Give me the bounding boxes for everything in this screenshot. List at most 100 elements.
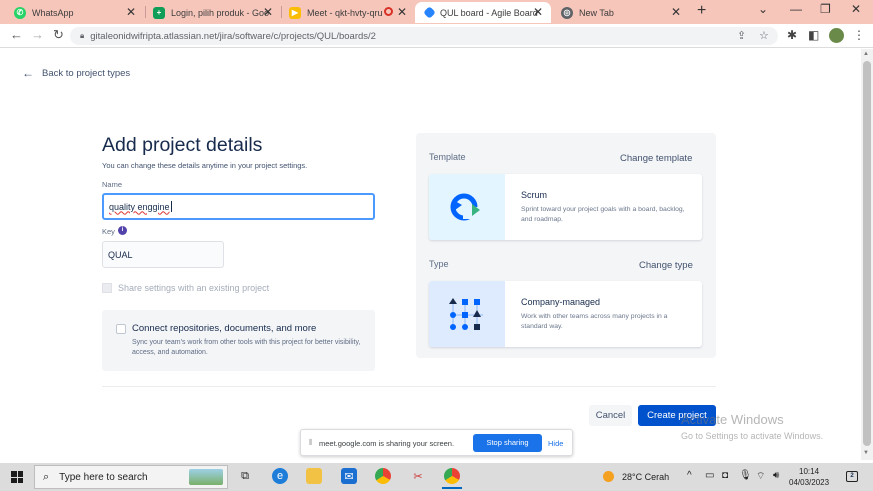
tab-google-meet[interactable]: ▶ Meet - qkt-hvty-qru ✕ (279, 2, 415, 23)
close-icon[interactable]: ✕ (533, 5, 543, 19)
tab-title: Meet - qkt-hvty-qru (307, 7, 383, 18)
tab-jira-board[interactable]: QUL board - Agile Board ✕ (415, 2, 551, 23)
activate-windows-title: Activate Windows (681, 412, 784, 427)
search-highlight-image (189, 469, 223, 485)
project-name-input[interactable]: quality enggine (102, 193, 375, 220)
browser-tab-strip: ✆ WhatsApp ✕ + Login, pilih produk - Goo… (0, 0, 873, 24)
minimize-icon[interactable]: — (790, 2, 802, 16)
drag-handle-icon[interactable]: ⦀ (309, 438, 313, 448)
chrome-icon[interactable] (375, 468, 391, 484)
jira-page: ← Back to project types Add project deta… (0, 49, 861, 460)
side-panel-icon[interactable]: ◧ (808, 28, 819, 42)
close-icon[interactable]: ✕ (397, 5, 407, 19)
back-arrow-icon[interactable]: ← (10, 27, 23, 42)
bookmark-star-icon[interactable]: ☆ (759, 29, 769, 42)
clock-date: 04/03/2023 (789, 478, 830, 487)
scrollbar-thumb[interactable] (863, 61, 871, 446)
tab-search-icon[interactable]: ⌄ (758, 2, 768, 16)
project-key-input[interactable]: QUAL (102, 241, 224, 268)
back-link-label: Back to project types (42, 67, 131, 79)
menu-icon[interactable]: ⋮ (853, 28, 865, 42)
webcam-icon[interactable]: ◘ (722, 470, 728, 481)
url-text: gitaleonidwifripta.atlassian.net/jira/so… (90, 30, 376, 42)
new-tab-button[interactable]: + (697, 2, 706, 20)
snipping-tool-icon[interactable]: ✂ (410, 468, 426, 484)
screen-share-message: meet.google.com is sharing your screen. (319, 439, 455, 448)
connect-tools-panel: Connect repositories, documents, and mor… (102, 310, 375, 371)
type-description: Work with other teams across many projec… (521, 313, 668, 330)
template-type-panel: Template Change template Scrum Sprint to… (416, 133, 716, 358)
template-label: Template (429, 152, 466, 162)
close-icon[interactable]: ✕ (263, 5, 273, 19)
share-settings-checkbox[interactable]: Share settings with an existing project (102, 283, 269, 293)
restore-icon[interactable]: ❐ (820, 2, 831, 16)
windows-start-icon[interactable] (11, 471, 23, 483)
battery-icon[interactable]: ▭ (705, 470, 714, 481)
screen-share-bar: ⦀ meet.google.com is sharing your screen… (300, 429, 573, 456)
chrome-active-icon[interactable] (442, 468, 462, 489)
tab-whatsapp[interactable]: ✆ WhatsApp ✕ (4, 2, 144, 23)
back-arrow-icon: ← (22, 66, 34, 80)
network-icon[interactable]: ⌔ (756, 470, 765, 483)
connect-checkbox[interactable] (116, 324, 126, 334)
cancel-button[interactable]: Cancel (589, 405, 632, 426)
stop-sharing-button[interactable]: Stop sharing (473, 434, 542, 452)
tab-new-tab[interactable]: ◎ New Tab ✕ (551, 2, 689, 23)
project-key-value: QUAL (108, 249, 133, 260)
type-label: Type (429, 259, 449, 269)
task-view-icon[interactable]: ⧉ (237, 468, 253, 484)
hide-button[interactable]: Hide (548, 439, 563, 448)
chrome-icon: ◎ (561, 6, 573, 19)
reload-icon[interactable]: ↻ (53, 27, 64, 43)
checkbox-icon (102, 283, 112, 293)
page-subtitle: You can change these details anytime in … (102, 161, 308, 170)
close-icon[interactable]: ✕ (126, 5, 136, 19)
template-card-scrum[interactable]: Scrum Sprint toward your project goals w… (429, 174, 702, 240)
tab-google-sheets[interactable]: + Login, pilih produk - Goo ✕ (143, 2, 281, 23)
extensions-icon[interactable]: ✱ (787, 28, 797, 42)
page-title: Add project details (102, 134, 263, 156)
change-type-button[interactable]: Change type (639, 260, 693, 271)
browser-toolbar: ← → ↻ 🔒︎ gitaleonidwifripta.atlassian.ne… (0, 24, 873, 48)
divider (102, 386, 716, 387)
template-name: Scrum (521, 190, 548, 200)
taskbar-search-box[interactable]: ⌕ Type here to search (34, 465, 228, 489)
share-icon[interactable]: ⇪ (737, 29, 746, 42)
info-icon[interactable]: i (118, 226, 127, 235)
lock-icon: 🔒︎ (80, 31, 85, 40)
search-icon: ⌕ (43, 470, 50, 483)
close-window-icon[interactable]: ✕ (851, 2, 861, 16)
address-bar[interactable]: 🔒︎ gitaleonidwifripta.atlassian.net/jira… (70, 27, 778, 45)
scroll-down-icon[interactable]: ▼ (863, 450, 869, 456)
mail-icon[interactable]: ✉ (341, 468, 357, 484)
volume-icon[interactable]: 🔊︎ (773, 470, 779, 481)
share-settings-label: Share settings with an existing project (118, 283, 270, 293)
system-clock[interactable]: 10:14 04/03/2023 (789, 466, 829, 488)
scrum-icon (429, 174, 505, 240)
sheets-icon: + (153, 6, 165, 19)
microphone-icon[interactable]: 🎙︎ (739, 470, 752, 481)
project-name-value: quality enggine (109, 201, 170, 212)
template-description: Sprint toward your project goals with a … (521, 206, 685, 223)
notification-icon[interactable]: 2 (846, 471, 858, 482)
weather-text: 28°C Cerah (622, 471, 670, 482)
file-explorer-icon[interactable] (306, 468, 322, 484)
name-label: Name (102, 180, 123, 189)
page-scrollbar[interactable]: ▲ ▼ (861, 49, 873, 460)
company-managed-icon (429, 281, 505, 347)
show-hidden-icons[interactable]: ^ (687, 470, 692, 481)
edge-icon[interactable]: e (272, 468, 288, 484)
search-placeholder: Type here to search (59, 471, 148, 483)
avatar[interactable] (829, 28, 844, 43)
clock-time: 10:14 (799, 467, 820, 476)
type-name: Company-managed (521, 297, 601, 307)
close-icon[interactable]: ✕ (671, 5, 681, 19)
type-card-company-managed[interactable]: Company-managed Work with other teams ac… (429, 281, 702, 347)
back-to-project-types-link[interactable]: ← Back to project types (22, 66, 130, 80)
forward-arrow-icon[interactable]: → (31, 27, 44, 42)
weather-widget[interactable]: 28°C Cerah (603, 471, 669, 482)
key-label: Key (102, 227, 115, 236)
change-template-button[interactable]: Change template (620, 153, 692, 164)
scroll-up-icon[interactable]: ▲ (863, 51, 869, 57)
whatsapp-icon: ✆ (14, 6, 26, 19)
